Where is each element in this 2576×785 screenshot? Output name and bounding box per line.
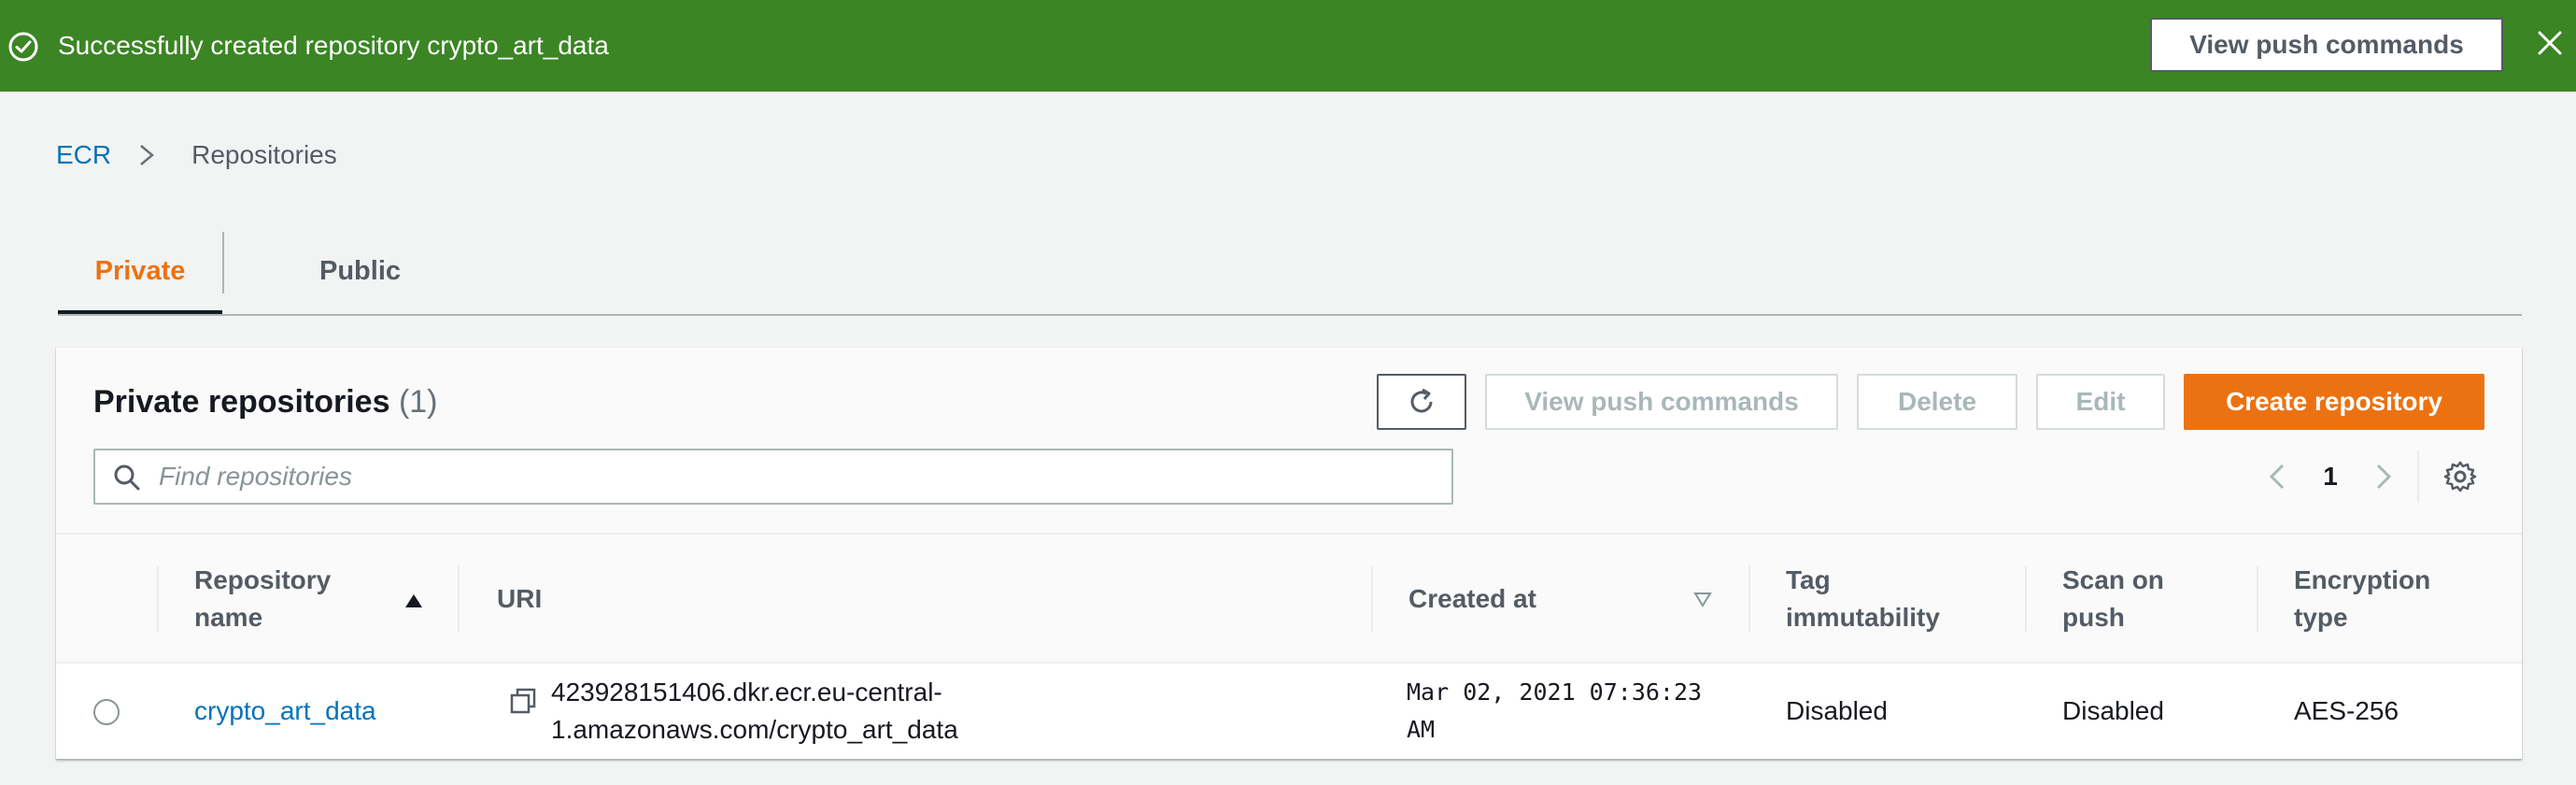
breadcrumb-current: Repositories <box>191 140 337 169</box>
flash-message: Successfully created repository crypto_a… <box>58 31 609 60</box>
copy-icon[interactable] <box>508 686 538 716</box>
panel-title-text: Private repositories <box>93 384 390 420</box>
column-header-scan-on-push[interactable]: Scan on push <box>2062 535 2202 664</box>
repository-uri-line-2: 1.amazonaws.com/crypto_art_data <box>551 715 958 744</box>
sort-indicator-icon[interactable] <box>1692 589 1713 609</box>
column-header-tag-immutability[interactable]: Tag immutability <box>1786 535 1973 664</box>
column-header-uri[interactable]: URI <box>497 535 684 664</box>
tag-immutability-value: Disabled <box>1786 696 1888 725</box>
refresh-button[interactable] <box>1377 374 1466 430</box>
chevron-right-icon[interactable] <box>2365 449 2402 505</box>
column-divider <box>157 566 159 632</box>
success-flash-banner: Successfully created repository crypto_a… <box>0 0 2576 92</box>
column-header-repository-name[interactable]: Repository name <box>194 535 400 664</box>
edit-button[interactable]: Edit <box>2036 374 2165 430</box>
search-input[interactable] <box>159 450 1438 503</box>
flash-view-push-commands-button[interactable]: View push commands <box>2150 18 2503 72</box>
gear-icon[interactable] <box>2443 460 2477 493</box>
column-divider <box>2025 566 2027 632</box>
delete-button[interactable]: Delete <box>1857 374 2017 430</box>
tab-private[interactable]: Private <box>58 228 222 314</box>
search-icon <box>114 464 140 491</box>
tab-public[interactable]: Public <box>224 228 493 314</box>
panel-title: Private repositories (1) <box>93 383 438 421</box>
table-row: crypto_art_data 423928151406.dkr.ecr.eu-… <box>56 664 2522 759</box>
check-circle-icon <box>8 32 38 62</box>
breadcrumb: ECR Repositories <box>56 140 337 170</box>
refresh-icon <box>1410 388 1433 413</box>
chevron-left-icon[interactable] <box>2258 449 2296 505</box>
view-push-commands-button[interactable]: View push commands <box>1485 374 1838 430</box>
repository-name-link[interactable]: crypto_art_data <box>194 692 376 730</box>
chevron-right-icon <box>140 145 155 165</box>
column-divider <box>1748 566 1750 632</box>
repository-tabs: Private Public <box>58 228 2522 316</box>
column-header-encryption-type[interactable]: Encryption type <box>2294 535 2462 664</box>
current-page-number[interactable]: 1 <box>2305 458 2356 495</box>
created-at-line-1: Mar 02, 2021 07:36:23 <box>1407 678 1703 706</box>
encryption-type-value: AES-256 <box>2294 696 2399 725</box>
repository-count: (1) <box>398 384 438 420</box>
row-select-radio[interactable] <box>93 699 120 725</box>
private-repositories-panel: Private repositories (1) View push comma… <box>56 348 2522 759</box>
panel-header: Private repositories (1) View push comma… <box>56 348 2522 535</box>
scan-on-push-value: Disabled <box>2062 696 2164 725</box>
search-box <box>93 449 1453 505</box>
table-header: Repository name URI Created at Tag immut… <box>56 535 2522 664</box>
create-repository-button[interactable]: Create repository <box>2184 374 2484 430</box>
column-header-created-at[interactable]: Created at <box>1408 535 1633 664</box>
sort-ascending-icon[interactable] <box>403 591 424 611</box>
repository-uri-line-1: 423928151406.dkr.ecr.eu-central- <box>551 678 942 706</box>
column-divider <box>1371 566 1373 632</box>
breadcrumb-ecr-link[interactable]: ECR <box>56 140 111 170</box>
created-at-line-2: AM <box>1407 716 1436 743</box>
column-divider <box>458 566 460 632</box>
column-divider <box>2257 566 2258 632</box>
tabs-underline <box>58 314 2522 316</box>
pagination-divider <box>2417 450 2419 503</box>
close-icon[interactable] <box>2535 28 2565 58</box>
